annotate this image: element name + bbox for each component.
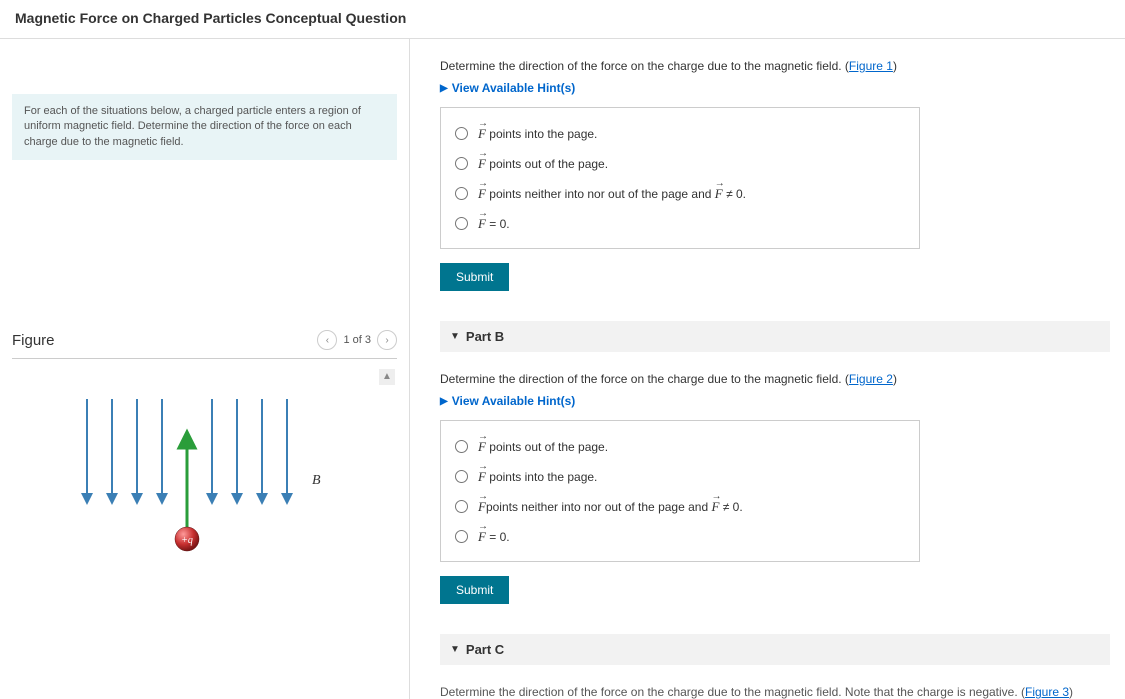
figure-1-link[interactable]: Figure 1 <box>849 59 893 73</box>
part-b-option-1[interactable]: →F points out of the page. <box>455 431 905 461</box>
scroll-up-icon[interactable]: ▲ <box>379 369 395 385</box>
part-a-option-3[interactable]: →F points neither into nor out of the pa… <box>455 178 905 208</box>
part-a-answers: →F points into the page. →F points out o… <box>440 107 920 249</box>
figure-counter: 1 of 3 <box>343 334 371 346</box>
radio-input[interactable] <box>455 127 468 140</box>
part-a-option-2[interactable]: →F points out of the page. <box>455 148 905 178</box>
part-b-answers: →F points out of the page. →F points int… <box>440 420 920 562</box>
figure-next-button[interactable]: › <box>377 330 397 350</box>
figure-nav: ‹ 1 of 3 › <box>317 330 397 350</box>
caret-right-icon: ▶ <box>440 83 448 94</box>
figure-canvas: ▲ <box>12 369 397 569</box>
page-header: Magnetic Force on Charged Particles Conc… <box>0 0 1125 39</box>
left-column: For each of the situations below, a char… <box>0 39 410 699</box>
radio-input[interactable] <box>455 217 468 230</box>
radio-input[interactable] <box>455 530 468 543</box>
figure-header: Figure ‹ 1 of 3 › <box>12 330 397 359</box>
part-b-submit-button[interactable]: Submit <box>440 576 509 604</box>
charge-label: +q <box>181 535 193 546</box>
part-b-hints-toggle[interactable]: ▶ View Available Hint(s) <box>440 394 1110 408</box>
figure-title: Figure <box>12 332 55 349</box>
main-layout: For each of the situations below, a char… <box>0 39 1125 699</box>
figure-prev-button[interactable]: ‹ <box>317 330 337 350</box>
b-field-label: B <box>312 473 321 488</box>
figure-3-link[interactable]: Figure 3 <box>1025 685 1069 699</box>
part-a-option-4[interactable]: →F = 0. <box>455 208 905 238</box>
radio-input[interactable] <box>455 187 468 200</box>
part-c-header[interactable]: ▼ Part C <box>440 634 1110 665</box>
figure-section: Figure ‹ 1 of 3 › ▲ <box>0 330 409 569</box>
figure-2-link[interactable]: Figure 2 <box>849 372 893 386</box>
radio-input[interactable] <box>455 470 468 483</box>
part-b-prompt: Determine the direction of the force on … <box>440 372 1110 386</box>
page-title: Magnetic Force on Charged Particles Conc… <box>15 10 1110 26</box>
radio-input[interactable] <box>455 500 468 513</box>
part-b-option-3[interactable]: →Fpoints neither into nor out of the pag… <box>455 491 905 521</box>
intro-text: For each of the situations below, a char… <box>12 94 397 160</box>
part-a-submit-button[interactable]: Submit <box>440 263 509 291</box>
caret-down-icon: ▼ <box>450 331 460 342</box>
part-a: Determine the direction of the force on … <box>440 59 1110 321</box>
part-a-hints-toggle[interactable]: ▶ View Available Hint(s) <box>440 81 1110 95</box>
part-a-prompt: Determine the direction of the force on … <box>440 59 1110 73</box>
part-b-option-2[interactable]: →F points into the page. <box>455 461 905 491</box>
part-b-option-4[interactable]: →F = 0. <box>455 521 905 551</box>
right-column: Determine the direction of the force on … <box>410 39 1125 699</box>
part-b-header[interactable]: ▼ Part B <box>440 321 1110 352</box>
part-c-cutoff: Determine the direction of the force on … <box>440 685 1110 699</box>
caret-right-icon: ▶ <box>440 396 448 407</box>
figure-svg: +q B <box>22 379 372 559</box>
part-b: Determine the direction of the force on … <box>440 372 1110 634</box>
radio-input[interactable] <box>455 440 468 453</box>
caret-down-icon: ▼ <box>450 644 460 655</box>
part-a-option-1[interactable]: →F points into the page. <box>455 118 905 148</box>
radio-input[interactable] <box>455 157 468 170</box>
